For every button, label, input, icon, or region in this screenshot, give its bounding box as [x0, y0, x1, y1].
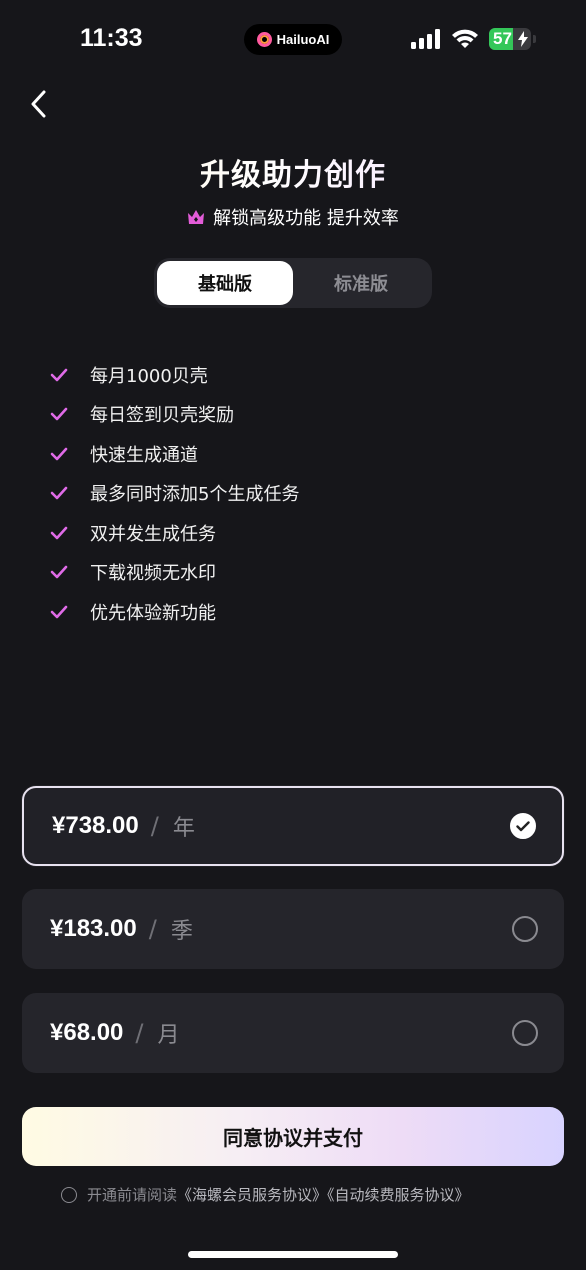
plan-period: 月: [157, 1023, 180, 1048]
plan-price: ¥183.00: [50, 915, 137, 942]
check-icon: [50, 486, 68, 500]
battery-nub: [533, 35, 536, 43]
feature-item: 优先体验新功能: [50, 592, 299, 632]
check-icon: [50, 447, 68, 461]
feature-item: 下载视频无水印: [50, 553, 299, 593]
wifi-icon: [452, 29, 478, 48]
plan-price: ¥738.00: [52, 812, 139, 839]
plan-period: 年: [172, 816, 195, 841]
agree-and-pay-button[interactable]: 同意协议并支付: [22, 1107, 564, 1166]
feature-text: 优先体验新功能: [90, 602, 216, 624]
pay-button-label: 同意协议并支付: [223, 1126, 363, 1150]
plan-tabs: 基础版 标准版: [154, 258, 432, 308]
battery-icon: 57: [489, 28, 531, 50]
feature-item: 每日签到贝壳奖励: [50, 395, 299, 435]
agreement-row: 开通前请阅读《海螺会员服务协议》《自动续费服务协议》: [61, 1184, 470, 1205]
plan-radio-checked[interactable]: [510, 813, 536, 839]
plan-yearly[interactable]: ¥738.00 / 年: [22, 786, 564, 866]
check-icon: [50, 565, 68, 579]
dynamic-island: HailuoAI: [244, 24, 342, 55]
plan-radio[interactable]: [512, 1020, 538, 1046]
plan-period: 季: [170, 919, 193, 944]
member-agreement-link[interactable]: 《海螺会员服务协议》: [177, 1186, 327, 1204]
check-icon: [50, 526, 68, 540]
feature-list: 每月1000贝壳 每日签到贝壳奖励 快速生成通道 最多同时添加5个生成任务 双并…: [50, 355, 299, 632]
check-icon: [50, 368, 68, 382]
feature-item: 每月1000贝壳: [50, 355, 299, 395]
feature-text: 快速生成通道: [90, 444, 198, 466]
feature-text: 每月1000贝壳: [90, 365, 208, 387]
plan-radio[interactable]: [512, 916, 538, 942]
feature-text: 最多同时添加5个生成任务: [90, 484, 300, 506]
plan-monthly[interactable]: ¥68.00 / 月: [22, 993, 564, 1073]
subtitle: 解锁高级功能 提升效率: [0, 204, 586, 230]
tab-basic[interactable]: 基础版: [157, 261, 293, 305]
plan-separator: /: [148, 915, 157, 943]
feature-item: 快速生成通道: [50, 434, 299, 474]
subscription-page: 11:33 HailuoAI 57 升级助力创作 解锁高级功能 提升效率 基础版…: [0, 0, 586, 1270]
status-icons: 57: [411, 28, 536, 50]
home-indicator: [188, 1251, 398, 1258]
plan-separator: /: [135, 1019, 144, 1047]
feature-item: 双并发生成任务: [50, 513, 299, 553]
battery-level: 57: [493, 29, 512, 48]
plan-quarterly[interactable]: ¥183.00 / 季: [22, 889, 564, 969]
feature-text: 双并发生成任务: [90, 523, 216, 545]
hailuo-logo-icon: [256, 32, 272, 47]
signal-icon: [411, 29, 440, 49]
tab-standard[interactable]: 标准版: [293, 261, 429, 305]
check-icon: [50, 407, 68, 421]
feature-text: 每日签到贝壳奖励: [90, 405, 234, 427]
plan-price: ¥68.00: [50, 1019, 124, 1046]
page-title: 升级助力创作: [0, 150, 586, 194]
agreement-prefix: 开通前请阅读: [87, 1186, 178, 1204]
feature-text: 下载视频无水印: [90, 563, 216, 585]
crown-icon: [188, 210, 205, 224]
status-time: 11:33: [80, 24, 143, 52]
check-icon: [50, 605, 68, 619]
plan-separator: /: [150, 812, 159, 840]
island-label: HailuoAI: [276, 32, 330, 47]
feature-item: 最多同时添加5个生成任务: [50, 474, 299, 514]
auto-renew-agreement-link[interactable]: 《自动续费服务协议》: [327, 1186, 470, 1204]
back-button[interactable]: [22, 86, 54, 122]
agreement-checkbox[interactable]: [61, 1186, 77, 1203]
checkmark-icon: [516, 820, 530, 831]
charging-bolt-icon: [518, 31, 528, 47]
subtitle-text: 解锁高级功能 提升效率: [213, 208, 399, 229]
chevron-left-icon: [31, 90, 46, 118]
